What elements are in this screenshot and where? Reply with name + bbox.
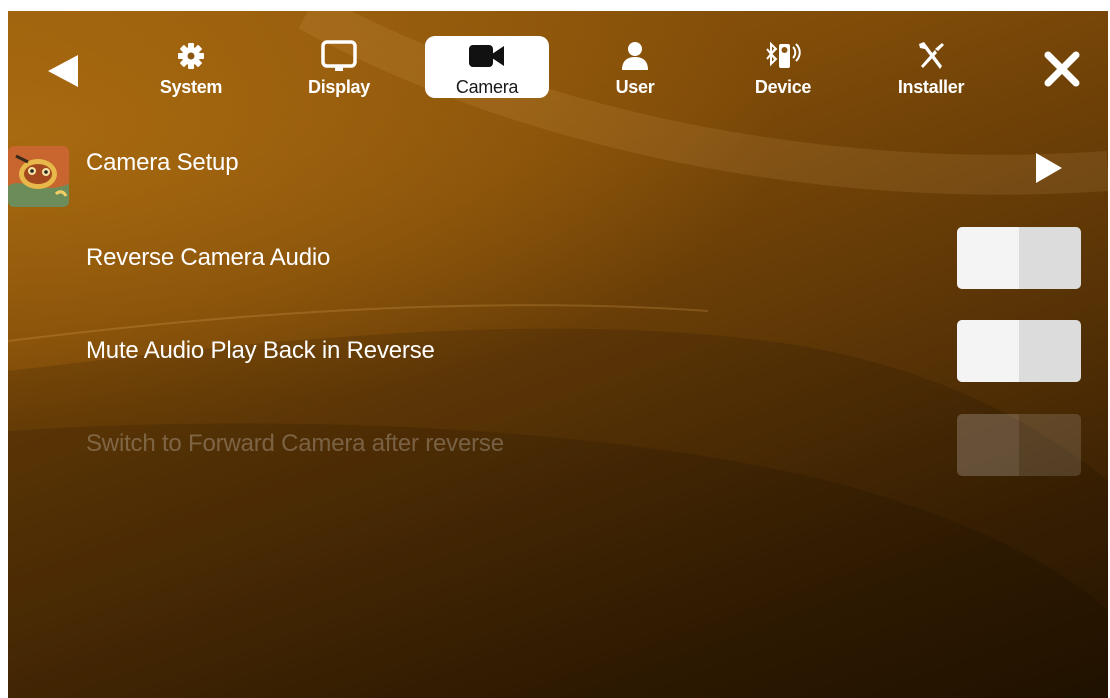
- tab-label: System: [159, 77, 223, 97]
- close-button[interactable]: [1042, 49, 1082, 89]
- tab-display[interactable]: Display: [277, 36, 401, 98]
- back-arrow-icon: [48, 55, 78, 87]
- play-arrow-icon: [1036, 153, 1062, 183]
- switch-forward-camera-row: Switch to Forward Camera after reverse: [8, 414, 1108, 474]
- tab-camera[interactable]: Camera: [425, 36, 549, 98]
- toggle-knob: [957, 227, 1019, 289]
- toggle-knob: [957, 414, 1019, 476]
- top-nav: System Display Camera User Device Instal…: [8, 11, 1108, 111]
- tab-label: Display: [308, 77, 370, 97]
- tab-label: Installer: [897, 77, 965, 97]
- tab-label: Camera: [455, 77, 519, 97]
- camera-setup-row[interactable]: Camera Setup: [8, 133, 1108, 193]
- close-icon: [1044, 51, 1080, 87]
- tab-installer[interactable]: Installer: [869, 36, 993, 98]
- tools-icon: [919, 42, 944, 69]
- reverse-camera-audio-toggle[interactable]: [957, 227, 1081, 289]
- toggle-knob: [957, 320, 1019, 382]
- settings-screen: System Display Camera User Device Instal…: [8, 11, 1108, 698]
- tab-user[interactable]: User: [573, 36, 697, 98]
- mute-audio-playback-label: Mute Audio Play Back in Reverse: [86, 337, 435, 364]
- monitor-icon: [321, 40, 357, 71]
- camera-setup-open-button[interactable]: [1032, 151, 1066, 185]
- back-button[interactable]: [44, 51, 84, 91]
- mute-audio-playback-row: Mute Audio Play Back in Reverse: [8, 321, 1108, 381]
- user-icon: [622, 42, 648, 70]
- bluetooth-device-icon: [766, 41, 801, 68]
- mute-audio-playback-toggle[interactable]: [957, 320, 1081, 382]
- tab-label: Device: [754, 77, 812, 97]
- video-camera-icon: [469, 45, 504, 67]
- tab-system[interactable]: System: [129, 36, 253, 98]
- reverse-camera-audio-label: Reverse Camera Audio: [86, 244, 331, 271]
- gear-icon: [178, 43, 204, 69]
- switch-forward-camera-toggle: [957, 414, 1081, 476]
- camera-setup-label: Camera Setup: [86, 149, 239, 176]
- switch-forward-camera-label: Switch to Forward Camera after reverse: [86, 430, 504, 457]
- tab-label: User: [615, 77, 655, 97]
- tab-device[interactable]: Device: [721, 36, 845, 98]
- reverse-camera-audio-row: Reverse Camera Audio: [8, 228, 1108, 288]
